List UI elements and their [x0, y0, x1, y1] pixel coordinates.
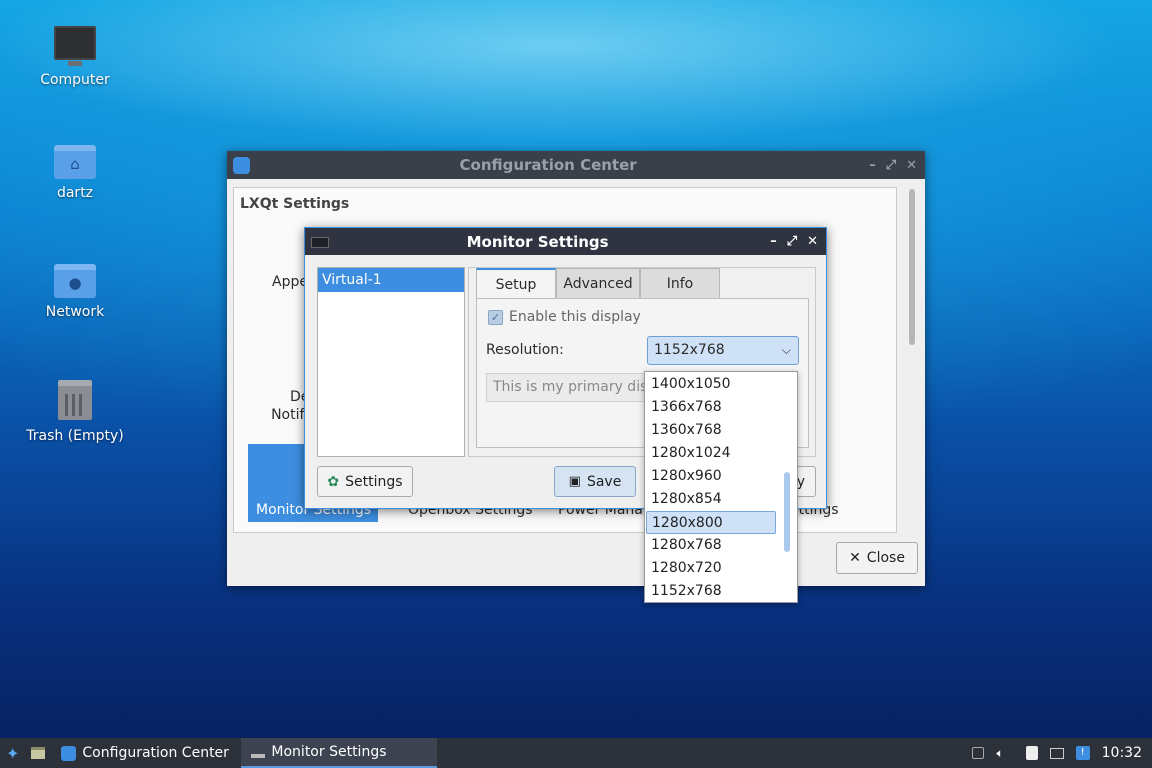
scrollbar-thumb[interactable]	[909, 189, 915, 345]
dropdown-scrollbar-thumb[interactable]	[784, 472, 790, 552]
tab-setup[interactable]: Setup	[476, 268, 556, 299]
desktop-icon-network[interactable]: ● Network	[25, 264, 125, 320]
close-icon: ✕	[849, 550, 861, 566]
save-icon: ▣	[568, 474, 581, 489]
gear-icon: ✿	[327, 473, 340, 490]
minimize-icon[interactable]: –	[869, 158, 876, 173]
monitor-settings-titlebar[interactable]: Monitor Settings – ⤢ ✕	[305, 228, 826, 255]
resolution-option-highlighted[interactable]: 1280x800	[646, 511, 776, 534]
resolution-option[interactable]: 1360x768	[646, 419, 776, 442]
desktop-icon-label: Network	[45, 304, 105, 320]
resolution-option[interactable]: 1280x768	[646, 534, 776, 557]
resolution-option[interactable]: 1400x1050	[646, 373, 776, 396]
resolution-dropdown-list[interactable]: 1400x1050 1366x768 1360x768 1280x1024 12…	[644, 371, 798, 603]
resolution-option[interactable]: 1280x854	[646, 488, 776, 511]
desktop-icon-computer[interactable]: Computer	[25, 26, 125, 88]
chevron-down-icon: ⌵	[781, 343, 791, 357]
screenshot-icon[interactable]	[972, 747, 985, 759]
maximize-icon[interactable]: ⤢	[787, 234, 797, 249]
close-icon[interactable]: ✕	[906, 158, 917, 173]
scrollbar[interactable]	[907, 187, 917, 533]
tab-info[interactable]: Info	[640, 268, 720, 298]
resolution-label: Resolution:	[486, 342, 564, 358]
desktop-icon-label: Computer	[40, 72, 110, 88]
resolution-option[interactable]: 1280x960	[646, 465, 776, 488]
maximize-icon[interactable]: ⤢	[886, 158, 896, 173]
keyboard-icon[interactable]	[1049, 747, 1064, 759]
resolution-option[interactable]: 1280x720	[646, 557, 776, 580]
network-folder-icon: ●	[54, 264, 96, 298]
enable-display-checkbox[interactable]: ✓ Enable this display	[488, 309, 641, 325]
trash-icon	[58, 380, 92, 420]
desktop-icon	[31, 747, 46, 759]
settings-item-appearance[interactable]: Appe	[272, 274, 308, 290]
desktop-icon-dartz[interactable]: ⌂ dartz	[25, 145, 125, 201]
computer-icon	[54, 26, 96, 66]
task-configuration-center[interactable]: Configuration Center	[51, 738, 241, 768]
tray: 🔈︎ ! 10:32	[972, 745, 1152, 761]
close-button[interactable]: ✕ Close	[836, 542, 918, 574]
monitor-list[interactable]: Virtual-1	[317, 267, 465, 457]
tab-advanced[interactable]: Advanced	[556, 268, 640, 298]
start-menu-button[interactable]: ✦	[0, 738, 25, 768]
monitor-icon	[251, 754, 266, 758]
checkbox-checked-icon: ✓	[488, 309, 503, 325]
settings-button[interactable]: ✿ Settings	[317, 466, 413, 497]
clock[interactable]: 10:32	[1102, 745, 1142, 761]
app-icon	[61, 745, 77, 761]
desktop-icon-label: dartz	[56, 185, 94, 201]
configuration-center-titlebar[interactable]: Configuration Center – ⤢ ✕	[227, 151, 925, 179]
clipboard-icon[interactable]	[1025, 746, 1038, 760]
resolution-option[interactable]: 1152x768	[646, 580, 776, 602]
resolution-option[interactable]: 1280x1024	[646, 442, 776, 465]
group-title: LXQt Settings	[240, 196, 350, 212]
resolution-option[interactable]: 1366x768	[646, 396, 776, 419]
window-title: Monitor Settings	[466, 232, 609, 251]
save-button[interactable]: ▣ Save	[554, 466, 636, 497]
desktop-icon-label: Trash (Empty)	[26, 428, 124, 444]
window-title: Configuration Center	[459, 156, 637, 174]
monitor-icon	[311, 237, 329, 248]
task-monitor-settings[interactable]: Monitor Settings	[241, 738, 438, 768]
app-icon	[233, 157, 250, 174]
monitor-list-item[interactable]: Virtual-1	[318, 268, 464, 292]
show-desktop-button[interactable]	[25, 738, 51, 768]
resolution-select[interactable]: 1152x768 ⌵	[647, 336, 799, 365]
volume-icon[interactable]: 🔈︎	[996, 746, 1003, 761]
home-folder-icon: ⌂	[54, 145, 96, 179]
minimize-icon[interactable]: –	[770, 234, 777, 249]
lxqt-logo-icon: ✦	[6, 743, 20, 763]
notification-icon[interactable]: !	[1075, 746, 1090, 760]
taskbar: ✦ Configuration Center Monitor Settings …	[0, 738, 1152, 768]
desktop-icon-trash[interactable]: Trash (Empty)	[25, 380, 125, 444]
close-icon[interactable]: ✕	[807, 234, 818, 249]
